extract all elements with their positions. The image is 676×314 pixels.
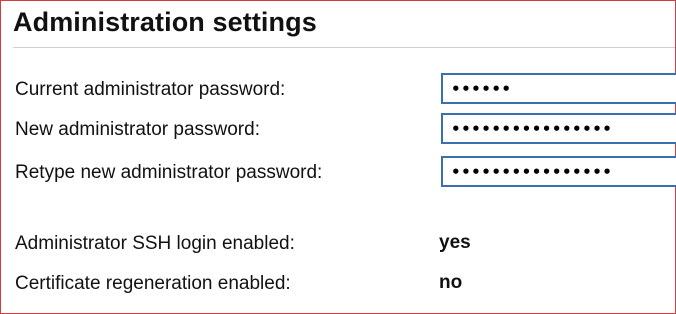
title-divider	[13, 47, 675, 48]
current-password-row: Current administrator password:	[15, 73, 676, 105]
current-password-label: Current administrator password:	[15, 79, 286, 100]
page-title: Administration settings	[13, 7, 317, 37]
current-password-input[interactable]	[441, 73, 676, 104]
new-password-label: New administrator password:	[15, 119, 260, 140]
new-password-row: New administrator password:	[15, 113, 676, 145]
ssh-login-row: Administrator SSH login enabled: yes	[15, 227, 675, 259]
admin-settings-panel: Administration settings Current administ…	[0, 0, 676, 314]
cert-regen-row: Certificate regeneration enabled: no	[15, 267, 675, 299]
retype-password-input[interactable]	[441, 156, 676, 187]
new-password-input[interactable]	[441, 113, 676, 144]
cert-regen-label: Certificate regeneration enabled:	[15, 273, 291, 294]
ssh-login-value: yes	[439, 232, 471, 253]
retype-password-row: Retype new administrator password:	[15, 156, 676, 188]
retype-password-label: Retype new administrator password:	[15, 162, 323, 183]
cert-regen-value: no	[439, 272, 463, 293]
ssh-login-label: Administrator SSH login enabled:	[15, 233, 295, 254]
